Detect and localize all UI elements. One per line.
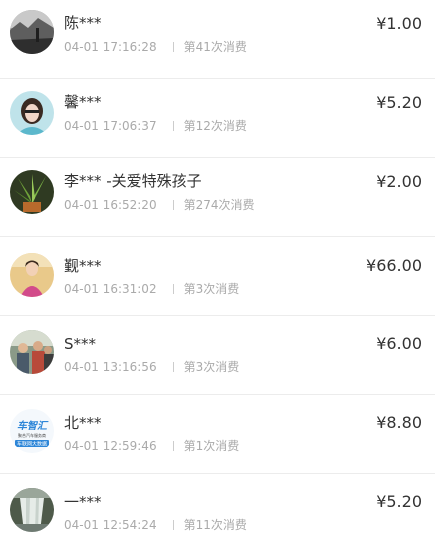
separator — [172, 200, 174, 210]
user-name: 陈*** — [64, 14, 102, 32]
amount: ¥8.80 — [376, 413, 422, 432]
user-name: 觐*** — [64, 257, 102, 275]
list-item[interactable]: 觐*** 04-01 16:31:02 第3次消费 ¥66.00 — [0, 237, 435, 316]
user-name: 北*** — [64, 414, 102, 432]
separator — [172, 362, 174, 372]
logo-tagline-text: 聚合汽车服务商 — [18, 432, 46, 438]
user-name: 一*** — [64, 493, 102, 511]
transaction-meta: 04-01 17:06:37 第12次消费 — [64, 119, 247, 133]
transaction-time: 04-01 12:59:46 — [64, 439, 157, 453]
separator — [172, 42, 174, 52]
transaction-time: 04-01 17:06:37 — [64, 119, 157, 133]
amount: ¥5.20 — [376, 492, 422, 511]
transaction-time: 04-01 17:16:28 — [64, 40, 157, 54]
amount: ¥5.20 — [376, 93, 422, 112]
consumption-count: 第41次消费 — [183, 40, 247, 54]
consumption-count: 第3次消费 — [183, 282, 240, 296]
transaction-time: 04-01 16:52:20 — [64, 198, 157, 212]
amount: ¥6.00 — [376, 334, 422, 353]
person-photo-avatar[interactable] — [10, 253, 54, 297]
waterfall-photo-avatar[interactable] — [10, 488, 54, 532]
transaction-meta: 04-01 16:52:20 第274次消费 — [64, 198, 254, 212]
consumption-list: 陈*** 04-01 17:16:28 第41次消费 ¥1.00 馨*** 04-… — [0, 0, 435, 553]
list-item[interactable]: 一*** 04-01 12:54:24 第11次消费 ¥5.20 — [0, 474, 435, 553]
list-item[interactable]: S*** 04-01 13:16:56 第3次消费 ¥6.00 — [0, 316, 435, 395]
separator — [172, 121, 174, 131]
user-name: S*** — [64, 335, 97, 353]
transaction-time: 04-01 16:31:02 — [64, 282, 157, 296]
transaction-meta: 04-01 16:31:02 第3次消费 — [64, 282, 239, 296]
logo-banner-text: 车联网大数据 — [17, 441, 47, 448]
consumption-count: 第11次消费 — [183, 518, 247, 532]
list-item[interactable]: 车智汇 聚合汽车服务商 车联网大数据 北*** 04-01 12:59:46 第1… — [0, 395, 435, 474]
consumption-count: 第1次消费 — [183, 439, 240, 453]
list-item[interactable]: 馨*** 04-01 17:06:37 第12次消费 ¥5.20 — [0, 79, 435, 158]
separator — [172, 520, 174, 530]
list-item[interactable]: 陈*** 04-01 17:16:28 第41次消费 ¥1.00 — [0, 0, 435, 79]
list-item[interactable]: 李*** -关爱特殊孩子 04-01 16:52:20 第274次消费 ¥2.00 — [0, 158, 435, 237]
group-photo-avatar[interactable] — [10, 330, 54, 374]
amount: ¥1.00 — [376, 14, 422, 33]
consumption-count: 第274次消费 — [183, 198, 255, 212]
consumption-count: 第3次消费 — [183, 360, 240, 374]
transaction-meta: 04-01 12:59:46 第1次消费 — [64, 439, 239, 453]
transaction-meta: 04-01 17:16:28 第41次消费 — [64, 40, 247, 54]
amount: ¥2.00 — [376, 172, 422, 191]
transaction-time: 04-01 13:16:56 — [64, 360, 157, 374]
separator — [172, 441, 174, 451]
consumption-count: 第12次消费 — [183, 119, 247, 133]
amount: ¥66.00 — [366, 256, 422, 275]
transaction-meta: 04-01 12:54:24 第11次消费 — [64, 518, 247, 532]
plant-photo-avatar[interactable] — [10, 170, 54, 214]
user-name: 李*** -关爱特殊孩子 — [64, 172, 202, 190]
girl-photo-avatar[interactable] — [10, 91, 54, 135]
logo-avatar[interactable]: 车智汇 聚合汽车服务商 车联网大数据 — [10, 409, 54, 453]
separator — [172, 284, 174, 294]
landscape-photo-avatar[interactable] — [10, 10, 54, 54]
transaction-time: 04-01 12:54:24 — [64, 518, 157, 532]
user-name: 馨*** — [64, 93, 102, 111]
logo-brand-text: 车智汇 — [17, 420, 49, 432]
transaction-meta: 04-01 13:16:56 第3次消费 — [64, 360, 239, 374]
